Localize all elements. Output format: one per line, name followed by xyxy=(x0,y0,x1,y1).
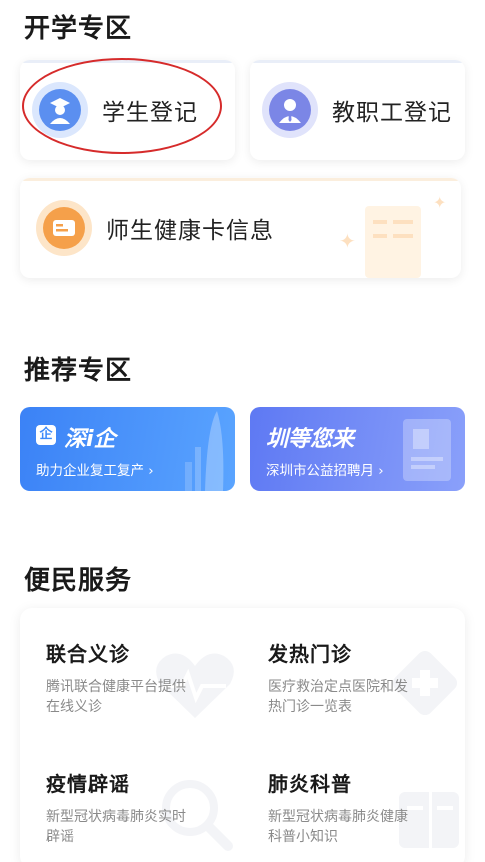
service-title: 肺炎科普 xyxy=(268,772,352,796)
banner-subtitle: 助力企业复工复产 › xyxy=(36,463,154,479)
service-desc: 医疗救治定点医院和发热门诊一览表 xyxy=(268,679,408,715)
section-title-school: 开学专区 xyxy=(24,14,133,44)
banner-zhen-deng-ni-lai[interactable]: 圳等您来 深圳市公益招聘月 › xyxy=(250,407,465,491)
qi-badge-icon: 企 xyxy=(36,425,56,445)
service-desc: 新型冠状病毒肺炎健康科普小知识 xyxy=(268,809,408,845)
staff-register-card[interactable]: 教职工登记 xyxy=(250,60,465,160)
service-title: 疫情辟谣 xyxy=(46,772,130,796)
service-yiqing-piyao[interactable]: 疫情辟谣 新型冠状病毒肺炎实时辟谣 xyxy=(46,768,236,847)
staff-icon xyxy=(262,82,318,138)
resume-card-icon xyxy=(403,419,451,481)
highlight-ellipse xyxy=(22,58,222,154)
svg-text:✦: ✦ xyxy=(339,229,356,253)
section-title-service: 便民服务 xyxy=(24,566,133,596)
banner-title: 圳等您来 xyxy=(266,427,355,452)
staff-register-label: 教职工登记 xyxy=(332,100,452,126)
service-lianhe-yizhen[interactable]: 联合义诊 腾讯联合健康平台提供在线义诊 xyxy=(46,638,236,717)
banner-subtitle: 深圳市公益招聘月 › xyxy=(266,463,384,479)
health-card-info[interactable]: 师生健康卡信息 ✦ ✦ xyxy=(20,178,461,278)
health-card-icon xyxy=(36,200,92,256)
service-panel: 联合义诊 腾讯联合健康平台提供在线义诊 发热门诊 医疗救治定点医院和发热门诊一览… xyxy=(20,608,465,862)
service-title: 发热门诊 xyxy=(268,642,352,666)
city-skyline-icon xyxy=(185,411,224,491)
service-feiyan-kepu[interactable]: 肺炎科普 新型冠状病毒肺炎健康科普小知识 xyxy=(268,768,458,847)
banner-shen-i-qi[interactable]: 企 深i企 助力企业复工复产 › xyxy=(20,407,235,491)
section-title-recommend: 推荐专区 xyxy=(24,356,133,386)
service-desc: 新型冠状病毒肺炎实时辟谣 xyxy=(46,809,186,845)
service-title: 联合义诊 xyxy=(46,642,130,666)
svg-text:✦: ✦ xyxy=(433,193,446,212)
banner-title: 深i企 xyxy=(64,427,116,452)
card-top-line xyxy=(250,60,465,63)
service-desc: 腾讯联合健康平台提供在线义诊 xyxy=(46,679,186,715)
id-card-decoration-icon: ✦ ✦ xyxy=(339,193,446,278)
health-card-label: 师生健康卡信息 xyxy=(106,218,274,244)
service-fare-menzhen[interactable]: 发热门诊 医疗救治定点医院和发热门诊一览表 xyxy=(268,638,458,717)
